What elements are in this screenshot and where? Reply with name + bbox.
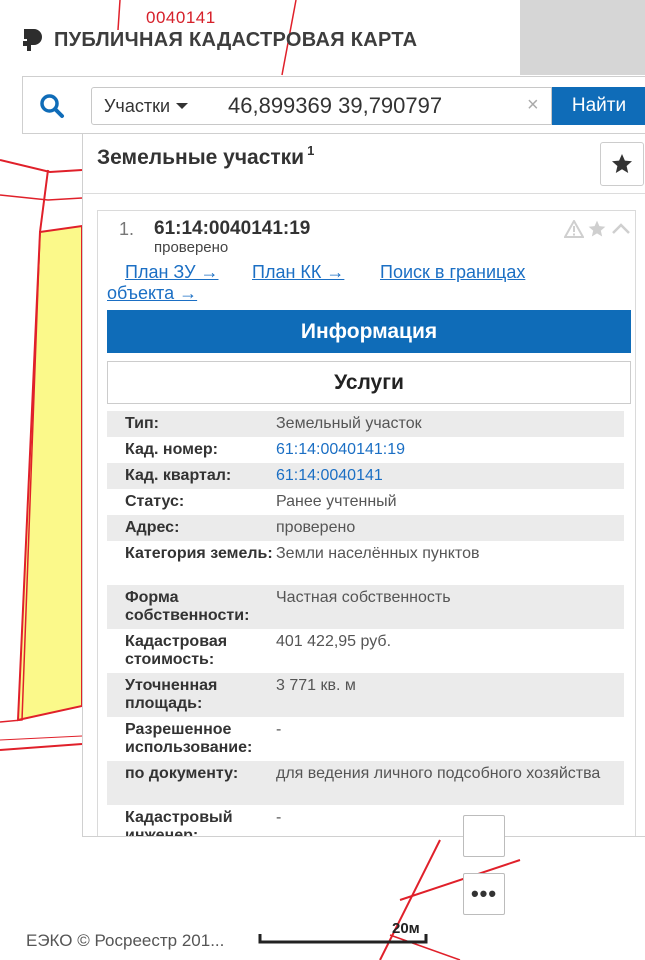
attribute-key: Тип: <box>125 415 159 432</box>
attribute-value: для ведения личного подсобного хозяйства <box>276 765 601 782</box>
attribute-value: проверено <box>276 519 356 536</box>
attribute-value: Ранее учтенный <box>276 493 397 510</box>
attribute-row: Форма собственности: Частная собственност… <box>107 585 624 629</box>
attribute-value: 3 771 кв. м <box>276 677 356 694</box>
search-category-value: Участки <box>104 95 170 116</box>
attributes-table: Тип: Земельный участок Кад. номер: 61:14:00… <box>107 411 624 837</box>
search-in-bounds-link[interactable]: Поиск в границах <box>380 262 525 283</box>
attribute-row: Кад. квартал: 61:14:0040141 <box>107 463 624 489</box>
attribute-key: Статус: <box>125 493 185 510</box>
copyright-text: ЕЭКО © Росреестр 201... <box>26 931 225 950</box>
warning-icon[interactable] <box>564 220 584 238</box>
services-button[interactable]: Услуги <box>107 361 631 404</box>
favorites-button[interactable] <box>600 142 644 186</box>
parcel-number-label: 0040141 <box>146 8 216 27</box>
attribute-row: по документу: для ведения личного подсобн… <box>107 761 624 805</box>
search-category-select[interactable]: Участки <box>91 87 211 125</box>
result-card: 1. 61:14:0040141:19 проверено План ЗУ → … <box>97 210 636 837</box>
more-button[interactable]: ••• <box>463 873 505 915</box>
panel-title-text: Земельные участки <box>97 146 305 169</box>
attribute-key: Адрес: <box>125 519 180 536</box>
panel-title: Земельные участки 1 <box>97 143 315 170</box>
result-count: 1 <box>307 143 315 158</box>
clear-icon[interactable]: × <box>527 95 539 115</box>
search-bar: Участки × Найти <box>22 76 645 134</box>
attribute-key: по документу: <box>125 765 239 782</box>
attribute-value: Земельный участок <box>276 415 422 432</box>
attribute-value: - <box>276 809 282 826</box>
attribute-row: Кадастровая стоимость: 401 422,95 руб. <box>107 629 624 673</box>
attribute-row: Адрес: проверено <box>107 515 624 541</box>
attribute-value: Частная собственность <box>276 589 451 606</box>
find-button[interactable]: Найти <box>552 87 645 125</box>
star-icon <box>612 154 632 173</box>
attribute-value: - <box>276 721 282 738</box>
attribute-key: Категория земель: <box>125 545 273 562</box>
attribute-key: Кад. номер: <box>125 441 218 458</box>
result-status: проверено <box>154 239 229 256</box>
result-cad-number[interactable]: 61:14:0040141:19 <box>154 218 310 240</box>
attribute-value: Земли населённых пунктов <box>276 545 480 562</box>
attribute-key: Кадастровая стоимость: <box>125 633 228 668</box>
more-icon: ••• <box>470 881 498 906</box>
plan-kk-link[interactable]: План КК → <box>252 262 344 283</box>
attribute-value: 401 422,95 руб. <box>276 633 392 650</box>
chevron-down-icon <box>176 103 188 109</box>
attribute-value[interactable]: 61:14:0040141 <box>276 467 624 489</box>
search-in-bounds-link-cont[interactable]: объекта → <box>107 283 197 304</box>
app-title: ПУБЛИЧНАЯ КАДАСТРОВАЯ КАРТА <box>54 28 418 51</box>
app-header: ПУБЛИЧНАЯ КАДАСТРОВАЯ КАРТА <box>22 27 417 53</box>
attribute-key: Кадастровый инженер: <box>125 809 233 837</box>
search-icon[interactable] <box>39 93 65 119</box>
attribute-row: Категория земель: Земли населённых пункто… <box>107 541 624 585</box>
attribute-value[interactable]: 61:14:0040141:19 <box>276 441 624 463</box>
attribute-row: Кад. номер: 61:14:0040141:19 <box>107 437 624 463</box>
attribute-key: Кад. квартал: <box>125 467 232 484</box>
search-input[interactable] <box>210 87 552 125</box>
star-icon[interactable] <box>586 219 608 239</box>
card-actions <box>564 219 632 239</box>
map-tool-button[interactable] <box>463 815 505 857</box>
attribute-row: Статус: Ранее учтенный <box>107 489 624 515</box>
results-panel: Земельные участки 1 1. 61:14:0040141:19 п… <box>82 134 645 837</box>
attribute-key: Форма собственности: <box>125 589 250 624</box>
results-panel-header: Земельные участки 1 <box>83 134 645 194</box>
attribute-row: Кадастровый инженер: - <box>107 805 624 837</box>
plan-zu-link[interactable]: План ЗУ → <box>125 262 219 283</box>
info-button[interactable]: Информация <box>107 310 631 353</box>
attribute-row: Разрешенное использование: - <box>107 717 624 761</box>
attribute-key: Уточненная площадь: <box>125 677 218 712</box>
rosreestr-logo-icon <box>22 27 44 53</box>
attribute-row: Тип: Земельный участок <box>107 411 624 437</box>
map-tile-gray-top <box>520 0 645 75</box>
scale-label: 20м <box>392 920 420 937</box>
result-index: 1. <box>119 219 135 239</box>
attribute-key: Разрешенное использование: <box>125 721 253 756</box>
chevron-up-icon[interactable] <box>610 220 632 238</box>
attribute-row: Уточненная площадь: 3 771 кв. м <box>107 673 624 717</box>
